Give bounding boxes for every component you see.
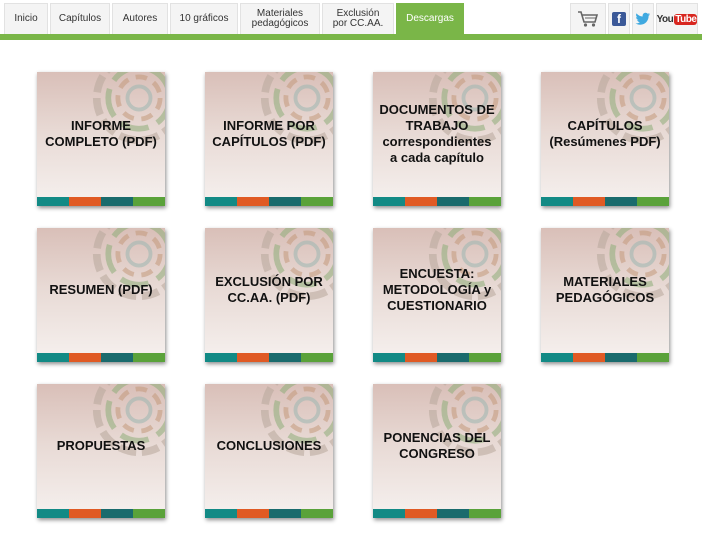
stripe-segment [269,353,301,362]
stripe-segment [301,509,333,518]
tile-informe-completo[interactable]: INFORME COMPLETO (PDF) [37,72,165,206]
stripe-segment [237,353,269,362]
stripe-segment [605,197,637,206]
stripe-segment [237,197,269,206]
stripe-segment [37,509,69,518]
stripe-segment [133,509,165,518]
tile-propuestas[interactable]: PROPUESTAS [37,384,165,518]
stripe-segment [637,353,669,362]
tile-color-stripe [373,353,501,362]
stripe-segment [101,197,133,206]
stripe-segment [373,353,405,362]
stripe-segment [405,353,437,362]
tile-color-stripe [205,353,333,362]
downloads-grid: INFORME COMPLETO (PDF) INFORME POR CAPÍT… [0,0,702,542]
stripe-segment [205,353,237,362]
tile-label: MATERIALES PEDAGÓGICOS [555,274,655,305]
stripe-segment [469,197,501,206]
stripe-segment [405,197,437,206]
stripe-segment [301,197,333,206]
stripe-segment [205,197,237,206]
stripe-segment [69,197,101,206]
tile-label: CAPÍTULOS (Resúmenes PDF) [549,118,661,149]
tile-resumen[interactable]: RESUMEN (PDF) [37,228,165,362]
stripe-segment [437,509,469,518]
stripe-segment [205,509,237,518]
stripe-segment [237,509,269,518]
tile-ponencias-del-congreso[interactable]: PONENCIAS DEL CONGRESO [373,384,501,518]
tile-color-stripe [541,353,669,362]
stripe-segment [405,509,437,518]
tile-label: CONCLUSIONES [216,438,322,453]
tile-color-stripe [205,197,333,206]
tile-informe-por-capitulos[interactable]: INFORME POR CAPÍTULOS (PDF) [205,72,333,206]
tile-exclusion-por-ccaa[interactable]: EXCLUSIÓN POR CC.AA. (PDF) [205,228,333,362]
stripe-segment [101,353,133,362]
tile-conclusiones[interactable]: CONCLUSIONES [205,384,333,518]
tile-documentos-de-trabajo[interactable]: DOCUMENTOS DE TRABAJO correspondientes a… [373,72,501,206]
stripe-segment [469,509,501,518]
tile-color-stripe [37,509,165,518]
stripe-segment [269,197,301,206]
stripe-segment [133,197,165,206]
stripe-segment [269,509,301,518]
tile-encuesta[interactable]: ENCUESTA: METODOLOGÍA y CUESTIONARIO [373,228,501,362]
tile-color-stripe [37,197,165,206]
tile-label: PROPUESTAS [56,438,146,453]
stripe-segment [373,197,405,206]
stripe-segment [541,197,573,206]
stripe-segment [573,197,605,206]
tile-label: EXCLUSIÓN POR CC.AA. (PDF) [215,274,323,305]
tile-color-stripe [373,197,501,206]
stripe-segment [373,509,405,518]
tile-label: INFORME POR CAPÍTULOS (PDF) [212,118,326,149]
stripe-segment [605,353,637,362]
tile-capitulos-resumenes[interactable]: CAPÍTULOS (Resúmenes PDF) [541,72,669,206]
tile-label: INFORME COMPLETO (PDF) [45,118,157,149]
stripe-segment [69,509,101,518]
stripe-segment [541,353,573,362]
stripe-segment [437,197,469,206]
stripe-segment [101,509,133,518]
tile-label: ENCUESTA: METODOLOGÍA y CUESTIONARIO [382,266,492,313]
stripe-segment [37,197,69,206]
tile-color-stripe [37,353,165,362]
tile-materiales-pedagogicos[interactable]: MATERIALES PEDAGÓGICOS [541,228,669,362]
tile-label: DOCUMENTOS DE TRABAJO correspondientes a… [379,102,495,165]
stripe-segment [637,197,669,206]
stripe-segment [37,353,69,362]
tile-color-stripe [373,509,501,518]
stripe-segment [437,353,469,362]
stripe-segment [573,353,605,362]
tile-label: PONENCIAS DEL CONGRESO [383,430,491,461]
stripe-segment [69,353,101,362]
tile-color-stripe [541,197,669,206]
stripe-segment [133,353,165,362]
stripe-segment [301,353,333,362]
tile-color-stripe [205,509,333,518]
stripe-segment [469,353,501,362]
tile-label: RESUMEN (PDF) [49,282,153,297]
